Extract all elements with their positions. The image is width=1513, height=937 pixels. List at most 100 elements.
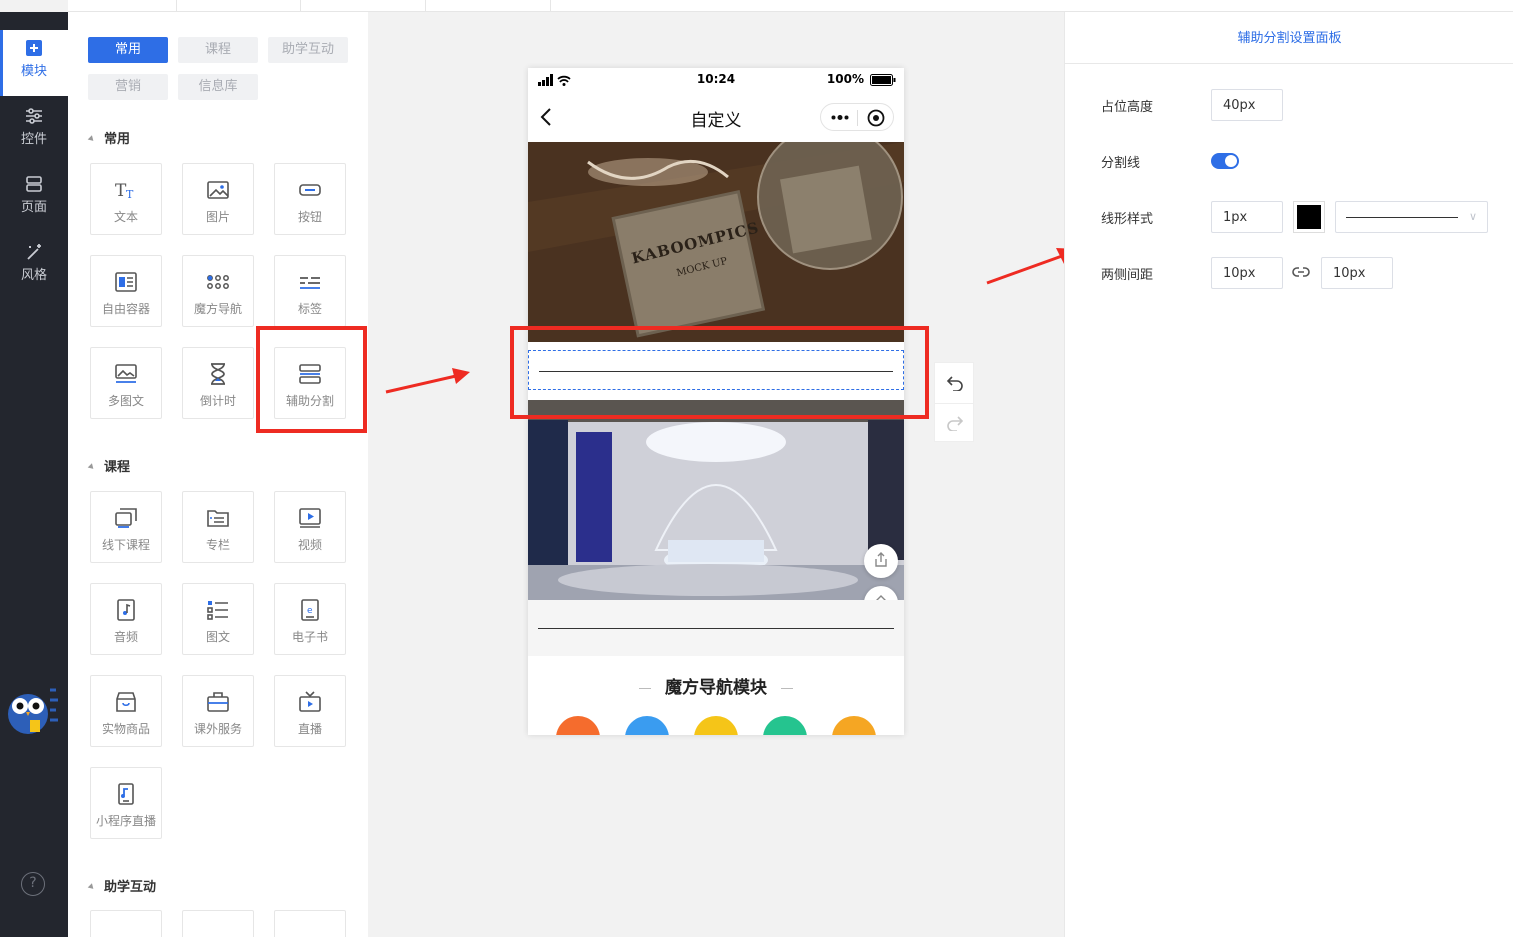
tile-label: 小程序直播 [95,814,156,828]
tile-video[interactable]: 视频 [274,491,346,563]
undo-icon[interactable] [946,375,964,391]
share-icon [875,552,887,567]
left-nav-rail: 模块 控件 页面 风格 ? [0,12,68,937]
tile-multi-image-text[interactable]: 多图文 [90,347,162,419]
top-tab-strip [68,0,1513,12]
magic-nav-item[interactable] [625,716,669,735]
magic-wand-icon [27,244,41,260]
line-width-input[interactable] [1211,201,1283,233]
tile-offline-course[interactable]: 线下课程 [90,491,162,563]
height-input[interactable] [1211,89,1283,121]
image-module-2[interactable] [528,400,904,600]
margin-right-input[interactable] [1321,257,1393,289]
rail-label: 风格 [20,268,47,283]
tile-label: 实物商品 [101,722,150,736]
tile-image[interactable]: 图片 [182,163,254,235]
tile-button[interactable]: 按钮 [274,163,346,235]
tile-label: 多图文 [107,394,144,408]
share-button[interactable] [864,544,898,578]
tile-label: 专栏 [205,538,230,552]
briefcase-icon [207,692,229,712]
tile-audio[interactable]: 音频 [90,583,162,655]
tile-ebook[interactable]: e 电子书 [274,583,346,655]
section-title-common[interactable]: 常用 [90,128,130,147]
tile-partial[interactable] [90,910,162,937]
tile-article[interactable]: 图文 [182,583,254,655]
ebook-icon: e [301,599,319,621]
line-style-preview [1346,217,1458,218]
tile-magic-nav[interactable]: 魔方导航 [182,255,254,327]
svg-text:e: e [307,606,313,616]
tile-column[interactable]: 专栏 [182,491,254,563]
height-label: 占位高度 [1101,100,1154,115]
text-icon: TT [115,181,134,201]
magic-nav-item[interactable] [694,716,738,735]
link-icon[interactable] [1292,265,1310,279]
section-title-interaction[interactable]: 助学互动 [90,876,156,895]
rail-label: 控件 [20,132,47,147]
section-title-course[interactable]: 课程 [90,456,130,475]
magic-nav-item[interactable] [763,716,807,735]
tile-physical-goods[interactable]: 实物商品 [90,675,162,747]
tile-live[interactable]: 直播 [274,675,346,747]
tile-label: 图片 [205,210,230,224]
magic-nav-item[interactable] [556,716,600,735]
tile-label: 魔方导航 [193,302,242,316]
more-dots-icon[interactable] [831,115,849,120]
tile-label: 图文 [205,630,230,644]
chip-library[interactable]: 信息库 [178,74,258,100]
container-icon [115,272,137,292]
tile-label: 视频 [297,538,322,552]
chip-course[interactable]: 课程 [178,37,258,63]
margin-label: 两侧间距 [1101,268,1154,283]
tile-partial[interactable] [182,910,254,937]
divider-toggle[interactable] [1211,153,1239,169]
line-color-swatch[interactable] [1293,201,1325,233]
settings-panel: 辅助分割设置面板 占位高度 分割线 线形样式 ∨ 两侧间距 [1064,12,1513,937]
chip-common[interactable]: 常用 [88,37,168,63]
multi-image-icon [115,364,137,383]
list-icon [207,601,228,620]
shop-icon [116,692,136,712]
editor-canvas: 10:24 100% 自定义 KABOOMPICS MOCK UP 魔方导航模块 [368,12,1064,937]
tile-free-container[interactable]: 自由容器 [90,255,162,327]
tile-label: 音频 [113,630,138,644]
folder-list-icon [207,510,229,527]
tile-tag[interactable]: 标签 [274,255,346,327]
tile-label: 线下课程 [101,538,150,552]
tile-label: 按钮 [297,210,322,224]
tile-label: 标签 [297,302,322,316]
margin-left-input[interactable] [1211,257,1283,289]
sliders-icon [26,108,42,124]
hourglass-icon [211,363,225,385]
undo-redo-toolbar [934,362,974,442]
tag-lines-icon [300,277,320,289]
close-target-icon[interactable] [867,109,885,127]
redo-icon[interactable] [946,415,964,431]
owl-logo [8,688,58,734]
tile-label: 文本 [113,210,138,224]
tile-label: 电子书 [291,630,328,644]
phone-nav-bar: 自定义 [528,92,904,142]
tile-text[interactable]: TT 文本 [90,163,162,235]
rail-item-style[interactable]: 风格 [0,234,68,300]
tile-partial[interactable] [274,910,346,937]
audio-icon [117,599,135,621]
chip-interaction[interactable]: 助学互动 [268,37,348,63]
tile-countdown[interactable]: 倒计时 [182,347,254,419]
miniprogram-capsule[interactable] [820,103,894,131]
tile-extra-service[interactable]: 课外服务 [182,675,254,747]
tile-miniprogram-live[interactable]: 小程序直播 [90,767,162,839]
chip-marketing[interactable]: 营销 [88,74,168,100]
tile-label: 课外服务 [193,722,242,736]
annotation-arrow-icon [385,368,470,394]
magic-nav-item[interactable] [832,716,876,735]
help-icon[interactable]: ? [21,872,45,896]
rail-item-modules[interactable]: 模块 [0,30,68,96]
rail-item-pages[interactable]: 页面 [0,166,68,232]
line-style-select[interactable]: ∨ [1335,201,1488,233]
rail-label: 模块 [20,64,47,79]
image-module-1[interactable]: KABOOMPICS MOCK UP [528,142,904,342]
rail-item-controls[interactable]: 控件 [0,98,68,164]
divider-line [538,628,894,629]
